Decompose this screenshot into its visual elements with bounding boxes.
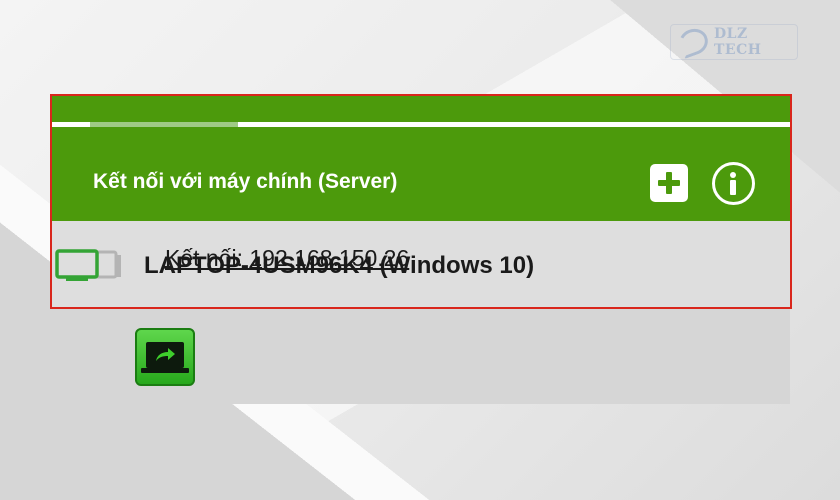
app-panel: Kết nối với máy chính (Server) LAPTOP-4U… <box>50 94 792 404</box>
logo-mark-icon <box>675 24 712 60</box>
connection-row <box>52 309 790 404</box>
connect-link[interactable]: Kết nối: 192.168.150.26 <box>165 245 409 272</box>
monitor-icon <box>55 249 121 281</box>
progress-bar <box>52 122 790 127</box>
watermark-text: DLZ TECH <box>714 26 762 58</box>
info-dot <box>730 172 736 178</box>
watermark-logo: DLZ TECH <box>670 24 798 60</box>
app-header: Kết nối với máy chính (Server) <box>52 96 790 221</box>
arrow-icon <box>156 348 175 361</box>
progress-fill <box>90 122 238 127</box>
info-icon[interactable] <box>712 162 755 205</box>
remote-connect-icon[interactable] <box>135 328 195 386</box>
page-title: Kết nối với máy chính (Server) <box>93 170 398 193</box>
server-list-item[interactable]: LAPTOP-4USM96K4 (Windows 10) <box>52 221 790 308</box>
plus-icon[interactable] <box>650 164 688 202</box>
stand-shape <box>141 368 189 373</box>
info-bar <box>730 180 736 195</box>
